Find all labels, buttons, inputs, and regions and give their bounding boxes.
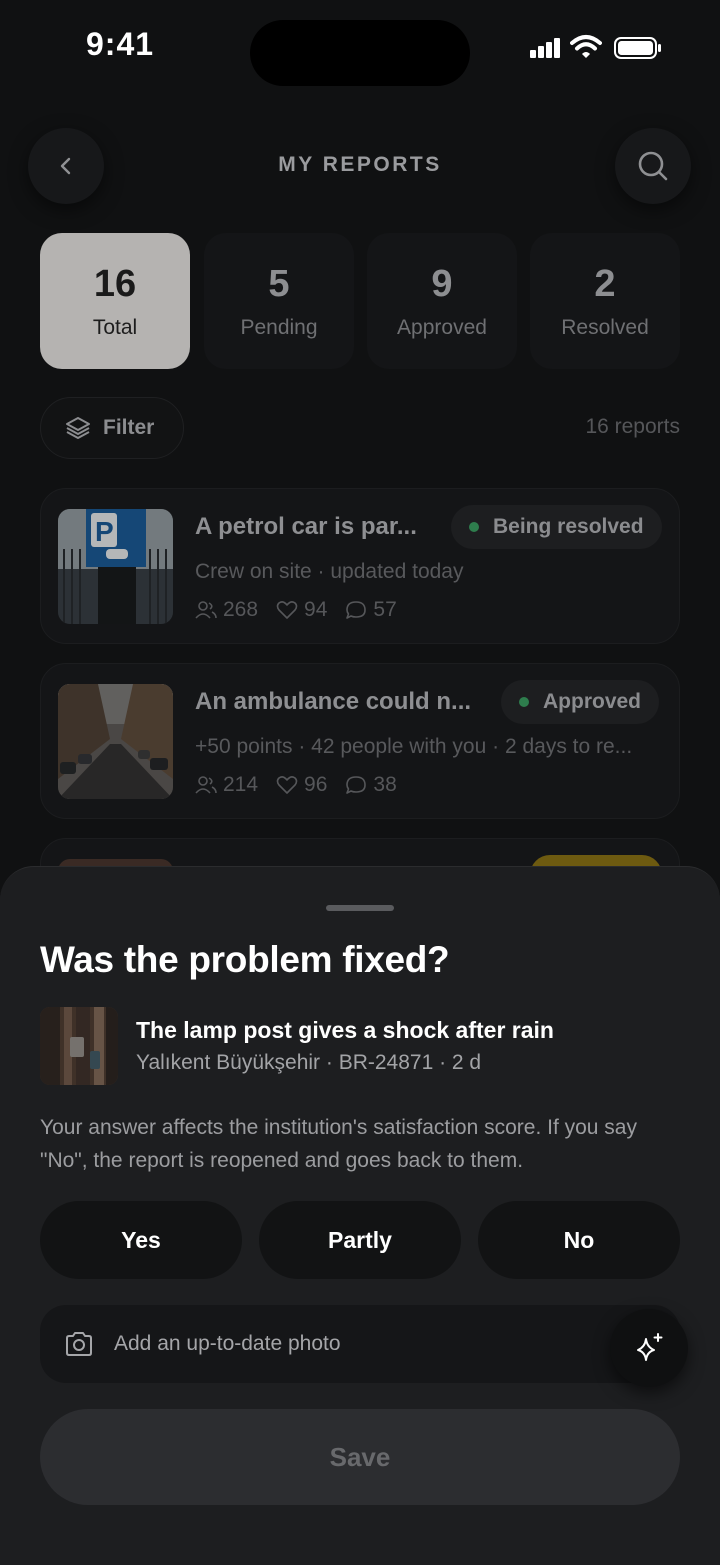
report-card[interactable]: An ambulance could n... Approved +50 poi… [40, 663, 680, 819]
followers-count: 268 [223, 598, 259, 621]
layers-icon [66, 417, 90, 439]
stat-total-label: Total [92, 316, 138, 339]
users-icon [195, 776, 217, 794]
followers-count: 214 [223, 773, 259, 796]
search-button[interactable] [615, 128, 691, 204]
page-title: MY REPORTS [278, 153, 442, 176]
sparkle-icon [637, 1333, 663, 1361]
status-badge: Being resolved [451, 505, 662, 549]
ai-assist-button[interactable] [610, 1309, 688, 1387]
sheet-title: Was the problem fixed? [40, 939, 450, 980]
comment-icon [346, 776, 367, 794]
dynamic-island [250, 20, 470, 86]
stat-total-value: 16 [93, 263, 137, 305]
search-icon [638, 151, 668, 181]
stat-resolved[interactable]: 2 Resolved [530, 233, 680, 369]
sheet-report-title: The lamp post gives a shock after rain [136, 1017, 554, 1043]
report-metrics: 268 94 57 [195, 598, 415, 622]
answer-partly-button[interactable]: Partly [259, 1201, 461, 1279]
status-badge: Approved [501, 680, 660, 724]
answer-no-button[interactable]: No [478, 1201, 680, 1279]
camera-icon [66, 1332, 92, 1356]
add-photo-label: Add an up-to-date photo [114, 1332, 341, 1355]
comments-metric: 57 [345, 598, 397, 622]
cellular-signal-icon [530, 38, 562, 58]
feedback-sheet: Was the problem fixed? The lamp post giv… [0, 866, 720, 1565]
status-dot [519, 697, 529, 707]
add-photo-button[interactable]: Add an up-to-date photo [40, 1305, 680, 1383]
sheet-description: Your answer affects the institution's sa… [40, 1116, 637, 1172]
likes-count: 94 [304, 598, 328, 621]
report-metrics: 214 96 38 [195, 773, 415, 797]
stat-pending[interactable]: 5 Pending [204, 233, 354, 369]
stat-total[interactable]: 16 Total [40, 233, 190, 369]
report-count: 16 reports [585, 415, 680, 438]
filter-button[interactable]: Filter [40, 397, 184, 459]
heart-icon [276, 776, 298, 794]
heart-icon [276, 601, 298, 619]
stat-approved-label: Approved [397, 316, 487, 339]
report-title: An ambulance could n... [195, 688, 472, 715]
comments-count: 38 [373, 773, 397, 796]
report-subtitle: Crew on site · updated today [195, 560, 464, 583]
stat-approved-value: 9 [431, 263, 453, 305]
users-icon [195, 601, 217, 619]
stat-pending-value: 5 [268, 263, 290, 305]
followers-metric: 214 [195, 773, 258, 797]
report-thumbnail [40, 1007, 118, 1085]
stat-approved[interactable]: 9 Approved [367, 233, 517, 369]
status-label: Approved [543, 690, 642, 713]
wifi-icon [570, 35, 602, 58]
screen: 9:41 MY REPORTS 16 Total 5 Pending 9 App… [0, 0, 720, 1565]
report-thumbnail: P [58, 509, 173, 624]
status-time: 9:41 [86, 26, 155, 62]
sheet-grabber[interactable] [326, 905, 394, 911]
answer-yes-button[interactable]: Yes [40, 1201, 242, 1279]
status-bar: 9:41 [0, 0, 720, 96]
likes-count: 96 [304, 773, 328, 796]
stat-resolved-value: 2 [594, 263, 616, 305]
likes-metric: 96 [276, 773, 327, 797]
stat-pending-label: Pending [240, 316, 318, 339]
report-card[interactable]: P A petrol car is par... Being resolved … [40, 488, 680, 644]
filter-label: Filter [103, 416, 155, 439]
comments-metric: 38 [345, 773, 397, 797]
battery-icon [614, 37, 661, 59]
comment-icon [346, 601, 367, 619]
sheet-report-meta: Yalıkent Büyükşehir · BR-24871 · 2 d [136, 1051, 482, 1074]
stat-resolved-label: Resolved [561, 316, 649, 339]
report-subtitle: +50 points · 42 people with you · 2 days… [195, 735, 633, 758]
followers-metric: 268 [195, 598, 258, 622]
status-dot [469, 522, 479, 532]
save-button[interactable]: Save [40, 1409, 680, 1505]
report-thumbnail [58, 684, 173, 799]
status-label: Being resolved [493, 515, 644, 538]
likes-metric: 94 [276, 598, 327, 622]
report-title: A petrol car is par... [195, 513, 417, 540]
comments-count: 57 [373, 598, 397, 621]
